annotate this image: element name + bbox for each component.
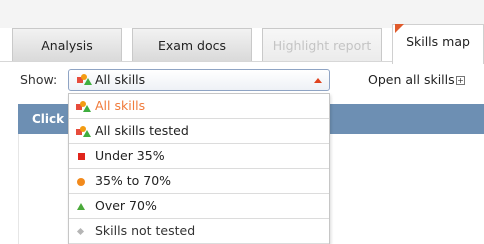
orange-circle-icon — [76, 176, 85, 186]
tab-skills-map[interactable]: Skills map — [392, 24, 484, 64]
skills-mix-icon — [77, 74, 92, 85]
tab-highlight-report-label: Highlight report — [272, 38, 372, 53]
skills-filter-dropdown: All skills All skills tested Under 35% 3… — [68, 93, 330, 244]
option-all-skills-tested[interactable]: All skills tested — [69, 119, 329, 144]
option-35-to-70[interactable]: 35% to 70% — [69, 169, 329, 194]
tab-analysis[interactable]: Analysis — [12, 28, 122, 62]
skills-mix-icon — [76, 126, 91, 137]
green-triangle-icon — [76, 201, 85, 210]
expand-plus-icon[interactable]: + — [456, 76, 465, 85]
option-label: All skills — [95, 98, 146, 113]
tab-analysis-label: Analysis — [41, 38, 93, 53]
content-border — [18, 134, 19, 244]
option-label: Over 70% — [95, 198, 157, 213]
open-all-skills-link[interactable]: Open all skills — [368, 72, 455, 87]
option-label: Under 35% — [95, 148, 165, 163]
option-label: All skills tested — [95, 123, 189, 138]
caret-up-icon[interactable] — [314, 78, 322, 83]
tab-highlight-report: Highlight report — [262, 28, 382, 62]
option-under-35[interactable]: Under 35% — [69, 144, 329, 169]
tab-bar: Analysis Exam docs Highlight report Skil… — [0, 24, 484, 64]
red-square-icon — [76, 151, 85, 160]
grey-diamond-icon — [76, 226, 85, 236]
tab-exam-docs[interactable]: Exam docs — [132, 28, 252, 62]
tab-skills-map-label: Skills map — [406, 34, 470, 49]
show-label: Show: — [20, 72, 58, 87]
skills-filter-select[interactable]: All skills — [68, 69, 330, 91]
option-skills-not-tested[interactable]: Skills not tested — [69, 219, 329, 244]
tab-exam-docs-label: Exam docs — [157, 38, 227, 53]
option-all-skills[interactable]: All skills — [69, 94, 329, 119]
banner-text: Click — [32, 112, 65, 126]
skills-filter-value: All skills — [95, 72, 146, 87]
skills-mix-icon — [76, 101, 91, 112]
option-label: 35% to 70% — [95, 173, 172, 188]
option-over-70[interactable]: Over 70% — [69, 194, 329, 219]
tab-flag-icon — [395, 24, 404, 33]
option-label: Skills not tested — [95, 223, 196, 238]
